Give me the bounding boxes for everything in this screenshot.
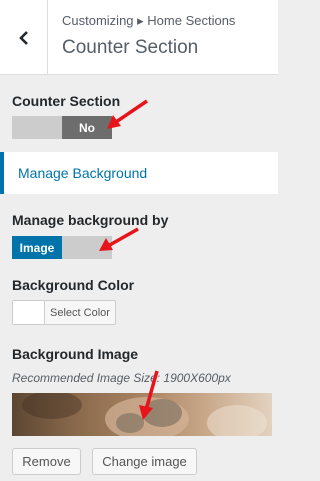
toggle-track: [12, 116, 62, 139]
background-color-label: Background Color: [12, 277, 135, 293]
customizer-header: Customizing ▸ Home Sections Counter Sect…: [0, 0, 278, 75]
background-image-label: Background Image: [12, 346, 139, 362]
background-type-toggle[interactable]: Image: [12, 236, 112, 259]
color-swatch: [13, 301, 45, 324]
breadcrumb: Customizing ▸ Home Sections: [62, 13, 236, 28]
background-image-thumbnail[interactable]: [12, 393, 272, 436]
back-button[interactable]: [0, 0, 48, 75]
page-title: Counter Section: [62, 37, 199, 58]
chevron-left-icon: [18, 30, 28, 45]
toggle-value: No: [62, 116, 112, 139]
image-size-hint: Recommended Image Size: 1900X600px: [12, 371, 231, 385]
manage-background-label: Manage Background: [18, 165, 148, 181]
select-color-label: Select Color: [50, 306, 110, 319]
counter-section-toggle[interactable]: No: [12, 116, 112, 139]
toggle-value: Image: [12, 236, 62, 259]
toggle-track: [62, 236, 112, 259]
counter-section-label: Counter Section: [12, 93, 121, 109]
manage-background-panel[interactable]: Manage Background: [0, 152, 278, 194]
remove-image-button[interactable]: Remove: [12, 448, 81, 475]
change-image-button[interactable]: Change image: [92, 448, 197, 475]
manage-background-by-label: Manage background by: [12, 212, 169, 228]
select-color-button[interactable]: Select Color: [12, 300, 116, 325]
